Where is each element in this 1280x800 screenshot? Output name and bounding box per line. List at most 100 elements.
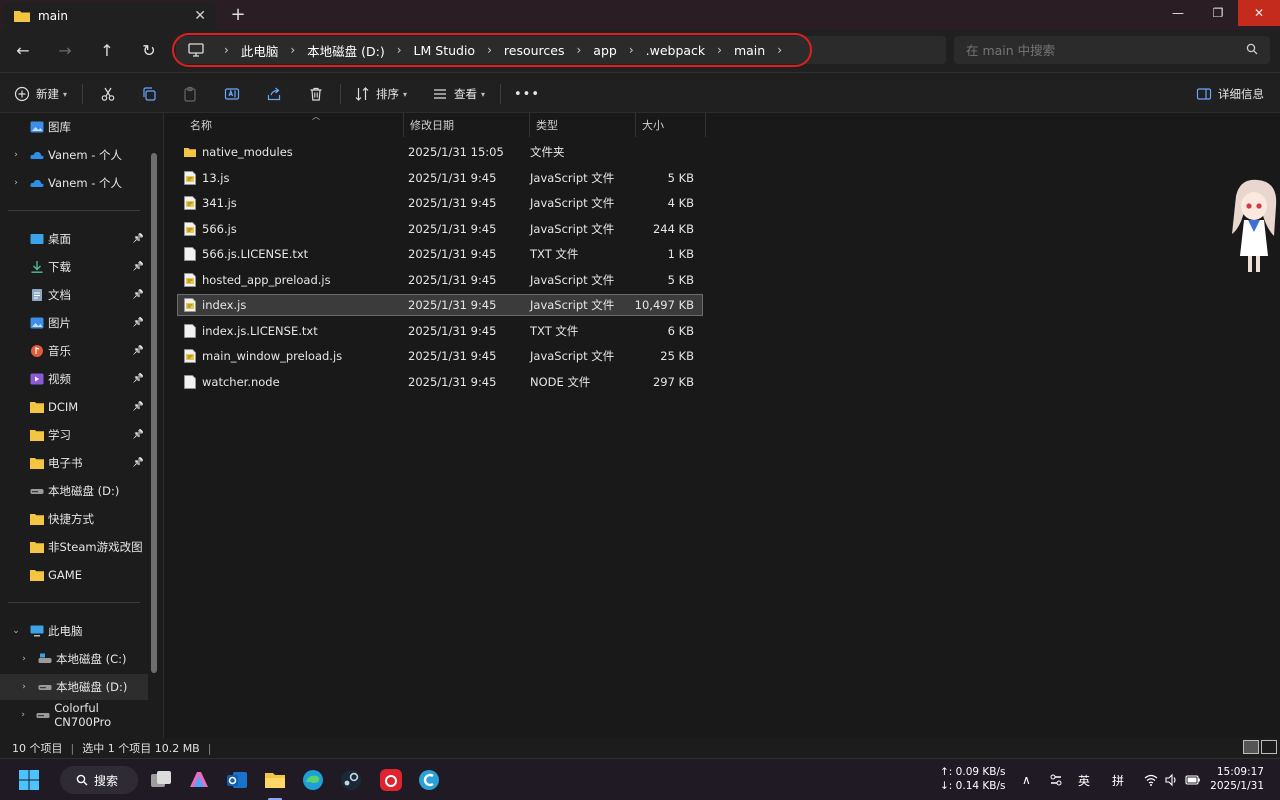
sidebar-quick-access-item[interactable]: 快捷方式	[0, 506, 148, 532]
ccleaner-icon[interactable]	[416, 767, 442, 793]
sidebar-item-this-pc[interactable]: ⌄ 此电脑	[0, 618, 148, 644]
column-header-type[interactable]: 类型	[530, 113, 636, 137]
chevron-right-icon[interactable]: ›	[16, 710, 30, 720]
copilot-icon[interactable]	[186, 767, 212, 793]
sidebar-quick-access-item[interactable]: 图片 📌	[0, 310, 148, 336]
file-row[interactable]: main_window_preload.js 2025/1/31 9:45 Java…	[178, 346, 702, 366]
taskbar-search-button[interactable]: 搜索	[60, 766, 138, 794]
paste-button[interactable]	[182, 83, 198, 105]
file-type: JavaScript 文件	[530, 349, 615, 363]
sidebar-scrollbar[interactable]	[151, 153, 157, 673]
cut-button[interactable]	[100, 83, 116, 105]
file-row[interactable]: hosted_app_preload.js 2025/1/31 9:45 JavaS…	[178, 270, 702, 290]
steam-icon[interactable]	[338, 767, 364, 793]
file-row[interactable]: 566.js.LICENSE.txt 2025/1/31 9:45 TXT 文件 1 …	[178, 244, 702, 264]
tab-main[interactable]: main ✕	[4, 2, 216, 30]
sidebar-quick-access-item[interactable]: 非Steam游戏改图	[0, 534, 148, 560]
sidebar-item-label: 电子书	[48, 456, 83, 470]
system-drive-icon	[38, 653, 52, 665]
tab-close-icon[interactable]: ✕	[194, 8, 206, 24]
sidebar-quick-access-item[interactable]: 学习 📌	[0, 422, 148, 448]
file-row[interactable]: native_modules 2025/1/31 15:05 文件夹	[178, 142, 702, 162]
volume-icon[interactable]	[1164, 773, 1178, 787]
tray-app-icon[interactable]	[1049, 773, 1063, 787]
sidebar-item-gallery[interactable]: 图库	[0, 114, 148, 140]
search-box[interactable]	[954, 36, 1270, 64]
sidebar-quick-access-item[interactable]: GAME	[0, 562, 148, 588]
file-row[interactable]: 13.js 2025/1/31 9:45 JavaScript 文件 5 KB	[178, 168, 702, 188]
windows-start-icon[interactable]	[16, 767, 42, 793]
sidebar-item-label: 非Steam游戏改图	[48, 540, 143, 554]
ime-mode-indicator[interactable]: 拼	[1112, 759, 1124, 800]
wifi-icon[interactable]	[1144, 773, 1158, 787]
file-row[interactable]: index.js 2025/1/31 9:45 JavaScript 文件 10,49…	[177, 294, 703, 316]
sidebar-item-label: DCIM	[48, 400, 79, 414]
sidebar-quick-access-item[interactable]: 视频 📌	[0, 366, 148, 392]
file-row[interactable]: 341.js 2025/1/31 9:45 JavaScript 文件 4 KB	[178, 193, 702, 213]
sidebar-quick-access-item[interactable]: 桌面 📌	[0, 226, 148, 252]
more-options-button[interactable]: •••	[514, 83, 540, 105]
sidebar-quick-access-item[interactable]: 文档 📌	[0, 282, 148, 308]
copy-button[interactable]	[141, 83, 157, 105]
battery-icon[interactable]	[1185, 773, 1201, 787]
chevron-right-icon[interactable]: ›	[8, 150, 24, 160]
search-input[interactable]	[966, 42, 1246, 58]
back-button[interactable]: ←	[12, 40, 34, 62]
file-name-cell: index.js.LICENSE.txt	[178, 324, 404, 338]
file-list: 名称 ︿ 修改日期 类型 大小 native_modules 2025/1/31 …	[163, 112, 1280, 738]
up-button[interactable]: ↑	[96, 40, 118, 62]
chevron-right-icon[interactable]: ›	[16, 654, 32, 664]
new-tab-button[interactable]: +	[228, 4, 248, 26]
sidebar-quick-access-item[interactable]: 下载 📌	[0, 254, 148, 280]
chevron-down-icon[interactable]: ⌄	[8, 626, 24, 636]
minimize-button[interactable]: —	[1157, 0, 1199, 26]
column-header-name[interactable]: 名称 ︿	[184, 112, 404, 137]
file-type: JavaScript 文件	[530, 170, 615, 185]
sidebar-item-drive[interactable]: › 本地磁盘 (D:)	[0, 674, 148, 700]
search-icon[interactable]	[1246, 43, 1270, 58]
tiles-view-toggle[interactable]	[1261, 740, 1277, 754]
system-clock[interactable]: 15:09:17 2025/1/31	[1208, 765, 1264, 793]
share-button[interactable]	[266, 83, 282, 105]
edge-icon[interactable]	[300, 767, 326, 793]
gallery-icon	[30, 121, 44, 133]
sidebar-quick-access-item[interactable]: 电子书 📌	[0, 450, 148, 476]
scissors-icon	[101, 87, 115, 101]
task-view-icon[interactable]	[148, 767, 174, 793]
file-name-cell: 341.js	[178, 196, 404, 210]
view-button[interactable]: 查看 ▾	[432, 83, 485, 105]
column-header-modified[interactable]: 修改日期	[404, 113, 530, 137]
outlook-icon[interactable]	[224, 767, 250, 793]
file-row[interactable]: 566.js 2025/1/31 9:45 JavaScript 文件 244 KB	[178, 219, 702, 239]
sidebar-item-onedrive[interactable]: › Vanem - 个人	[0, 170, 148, 196]
chevron-right-icon[interactable]: ›	[8, 178, 24, 188]
show-hidden-icons-button[interactable]: ∧	[1022, 759, 1031, 800]
maximize-button[interactable]: ❐	[1197, 0, 1239, 26]
sidebar-item-drive[interactable]: › Colorful CN700Pro	[0, 701, 148, 729]
sidebar-quick-access-item[interactable]: 本地磁盘 (D:)	[0, 478, 148, 504]
sidebar-item-drive[interactable]: › 本地磁盘 (C:)	[0, 646, 148, 672]
ime-language-indicator[interactable]: 英	[1078, 759, 1090, 800]
delete-button[interactable]	[308, 83, 324, 105]
details-view-toggle[interactable]	[1243, 740, 1259, 754]
chevron-right-icon[interactable]: ›	[16, 682, 32, 692]
javascript-file-icon	[184, 298, 196, 312]
rename-button[interactable]	[224, 83, 240, 105]
forward-button[interactable]: →	[54, 40, 76, 62]
sidebar-quick-access-item[interactable]: DCIM 📌	[0, 394, 148, 420]
sort-button[interactable]: 排序 ▾	[354, 83, 407, 105]
sidebar-item-onedrive[interactable]: › Vanem - 个人	[0, 142, 148, 168]
item-count: 10 个项目	[12, 742, 63, 755]
file-explorer-icon[interactable]	[262, 767, 288, 793]
refresh-button[interactable]: ↻	[138, 40, 160, 62]
netease-music-icon[interactable]	[378, 767, 404, 793]
file-row[interactable]: watcher.node 2025/1/31 9:45 NODE 文件 297 KB	[178, 372, 702, 392]
sidebar-quick-access-item[interactable]: 音乐 📌	[0, 338, 148, 364]
file-row[interactable]: index.js.LICENSE.txt 2025/1/31 9:45 TXT 文件…	[178, 321, 702, 341]
column-header-size[interactable]: 大小	[636, 113, 706, 137]
close-window-button[interactable]: ✕	[1238, 0, 1280, 26]
new-button[interactable]: 新建 ▾	[14, 83, 67, 105]
file-size: 25 KB	[660, 349, 694, 363]
details-pane-button[interactable]: 详细信息	[1196, 83, 1264, 105]
pin-icon: 📌	[132, 234, 144, 244]
